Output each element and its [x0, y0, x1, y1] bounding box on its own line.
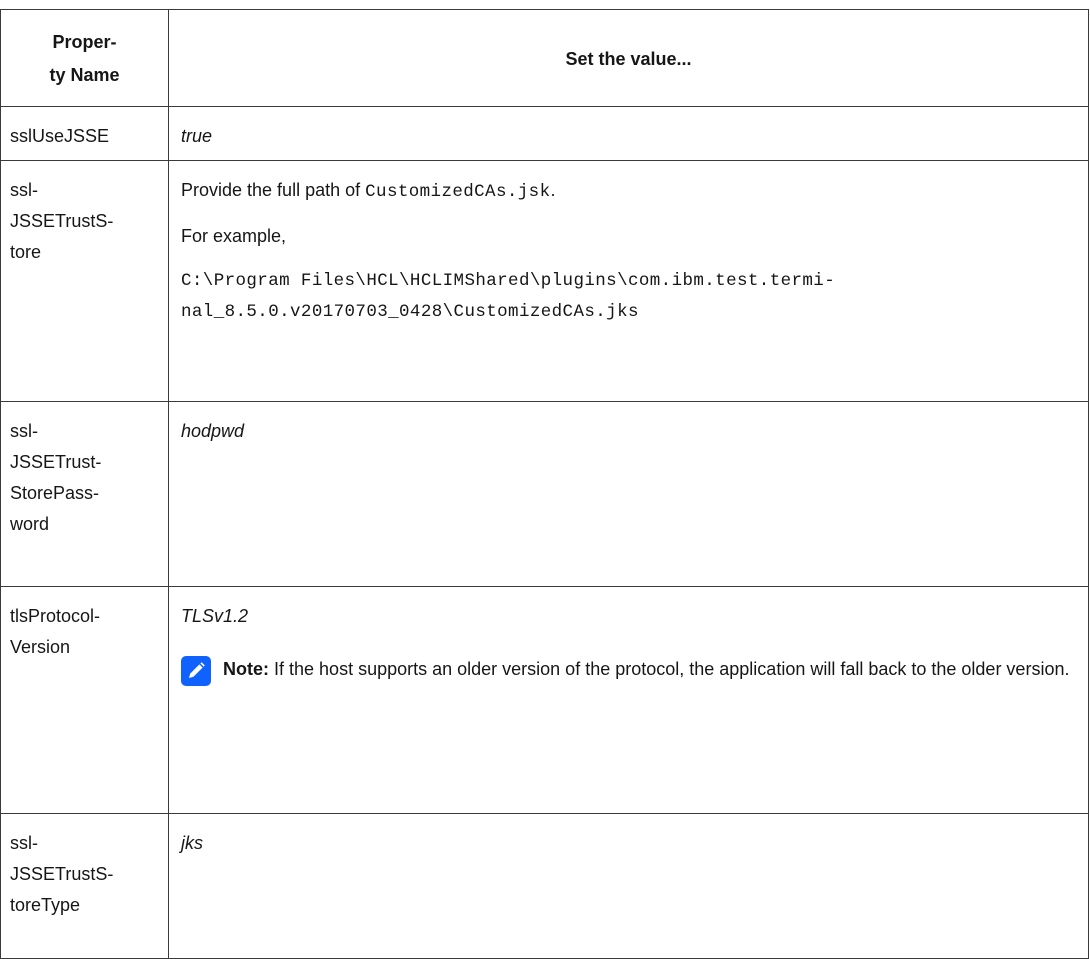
note-label: Note:	[223, 659, 269, 679]
example-label: For example,	[181, 226, 287, 246]
table-row: ssl- JSSETrustS- tore Provide the full p…	[0, 160, 1089, 402]
table-row: ssl- JSSETrustS- toreType jks	[0, 813, 1089, 959]
value-text: TLSv1.2	[181, 606, 249, 626]
example-path: C:\Program Files\HCL\HCLIMShared\plugins…	[181, 271, 836, 322]
pencil-icon	[181, 656, 211, 686]
property-value-cell: jks	[168, 813, 1089, 959]
value-description: Provide the full path of CustomizedCAs.j…	[181, 180, 556, 202]
header-set-value: Set the value...	[168, 9, 1089, 107]
code-filename: CustomizedCAs.jsk	[365, 182, 551, 202]
property-name-cell: tlsProtocol- Version	[0, 586, 169, 814]
note-text: If the host supports an older version of…	[274, 659, 1070, 679]
note-callout: Note: If the host supports an older vers…	[181, 654, 1078, 686]
property-value-cell: Provide the full path of CustomizedCAs.j…	[168, 160, 1089, 402]
properties-table: Proper- ty Name Set the value... sslUseJ…	[0, 9, 1089, 959]
header-property-name: Proper- ty Name	[0, 9, 169, 107]
table-row: tlsProtocol- Version TLSv1.2 Note: If th…	[0, 586, 1089, 814]
property-name-cell: ssl- JSSETrustS- toreType	[0, 813, 169, 959]
table-row: ssl- JSSETrust- StorePass- word hodpwd	[0, 401, 1089, 587]
property-name-cell: ssl- JSSETrust- StorePass- word	[0, 401, 169, 587]
property-name-cell: sslUseJSSE	[0, 106, 169, 161]
table-header-row: Proper- ty Name Set the value...	[0, 9, 1089, 107]
table-row: sslUseJSSE true	[0, 106, 1089, 161]
property-name-cell: ssl- JSSETrustS- tore	[0, 160, 169, 402]
property-value-cell: hodpwd	[168, 401, 1089, 587]
property-value-cell: true	[168, 106, 1089, 161]
property-value-cell: TLSv1.2 Note: If the host supports an ol…	[168, 586, 1089, 814]
